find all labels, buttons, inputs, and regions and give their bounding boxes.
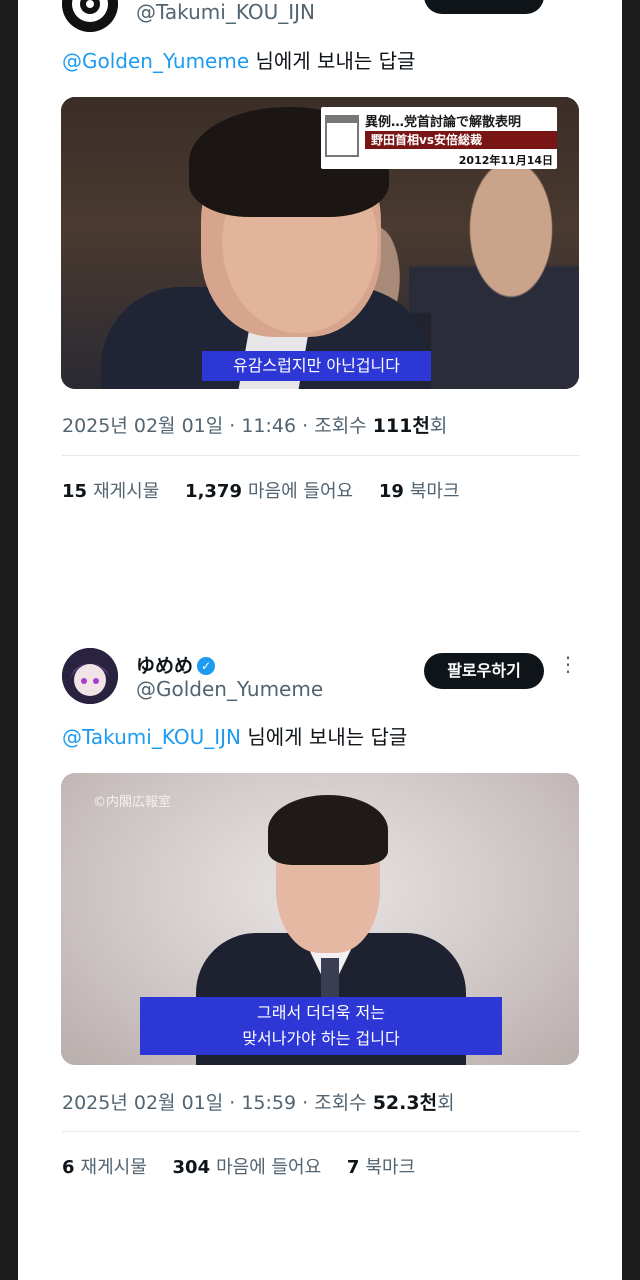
likes-stat[interactable]: 304 마음에 들어요 xyxy=(173,1157,322,1178)
view-count-suffix: 회 xyxy=(429,415,448,437)
engagement-stats: 6 재게시물 304 마음에 들어요 7 북마크 xyxy=(62,1153,435,1179)
avatar[interactable] xyxy=(62,0,118,32)
view-count-suffix: 회 xyxy=(437,1092,455,1114)
video-subtitle: 그래서 더더욱 저는 맞서나가야 하는 겁니다 xyxy=(140,997,502,1055)
reply-mention-link[interactable]: @Takumi_KOU_IJN xyxy=(62,725,241,749)
more-options-icon[interactable]: ⋮ xyxy=(558,654,578,684)
reply-to-line: @Golden_Yumeme 님에게 보내는 답글 xyxy=(62,45,415,74)
background-person xyxy=(409,157,579,389)
author-handle[interactable]: @Takumi_KOU_IJN xyxy=(136,0,315,24)
reply-to-label: 님에게 보내는 답글 xyxy=(249,49,416,73)
retweets-stat[interactable]: 15 재게시물 xyxy=(62,481,159,502)
reply-to-line: @Takumi_KOU_IJN 님에게 보내는 답글 xyxy=(62,721,407,750)
verified-badge-icon: ✓ xyxy=(197,657,216,675)
bookmarks-stat[interactable]: 7 북마크 xyxy=(347,1157,415,1178)
tweet-timestamp-views: 2025년 02월 01일 · 11:46 · 조회수 111천회 xyxy=(62,411,447,438)
follow-button[interactable] xyxy=(424,0,544,14)
subtitle-line1: 그래서 더더욱 저는 xyxy=(257,1003,385,1022)
tweet-timestamp-views: 2025년 02월 01일 · 15:59 · 조회수 52.3천회 xyxy=(62,1088,455,1115)
timestamp[interactable]: 2025년 02월 01일 · 11:46 · 조회수 xyxy=(62,415,373,437)
timeline-page: @Takumi_KOU_IJN @Golden_Yumeme 님에게 보내는 답… xyxy=(18,0,622,1280)
author-display-name[interactable]: ゆめめ ✓ xyxy=(136,651,216,678)
view-count: 111천 xyxy=(372,415,430,437)
engagement-stats: 15 재게시물 1,379 마음에 들어요 19 북마크 xyxy=(62,477,480,503)
avatar[interactable] xyxy=(62,648,118,704)
reply-mention-link[interactable]: @Golden_Yumeme xyxy=(62,49,249,73)
timestamp[interactable]: 2025년 02월 01일 · 15:59 · 조회수 xyxy=(62,1092,373,1114)
headline-line2: 野田首相vs安倍総裁 xyxy=(365,131,557,149)
subtitle-line2: 맞서나가야 하는 겁니다 xyxy=(242,1029,400,1048)
likes-stat[interactable]: 1,379 마음에 들어요 xyxy=(185,481,353,502)
video-thumbnail[interactable]: ©内閣広報室 그래서 더더욱 저는 맞서나가야 하는 겁니다 xyxy=(61,773,579,1065)
news-headline-overlay: 異例…党首討論で解散表明 野田首相vs安倍総裁 2012年11月14日 xyxy=(321,107,557,169)
bookmarks-stat[interactable]: 19 북마크 xyxy=(379,481,460,502)
divider xyxy=(62,455,580,456)
headline-date: 2012年11月14日 xyxy=(458,154,553,167)
parliament-building-icon xyxy=(325,115,359,157)
video-subtitle: 유감스럽지만 아닌겁니다 xyxy=(202,351,431,381)
video-thumbnail[interactable]: 異例…党首討論で解散表明 野田首相vs安倍総裁 2012年11月14日 유감스럽… xyxy=(61,97,579,389)
author-handle[interactable]: @Golden_Yumeme xyxy=(136,677,323,701)
headline-line1: 異例…党首討論で解散表明 xyxy=(365,115,522,130)
follow-button[interactable]: 팔로우하기 xyxy=(424,653,544,689)
divider xyxy=(62,1131,580,1132)
retweets-stat[interactable]: 6 재게시물 xyxy=(62,1157,147,1178)
view-count: 52.3천 xyxy=(372,1092,438,1114)
speaker-hair xyxy=(268,795,388,865)
display-name-text[interactable]: ゆめめ xyxy=(136,655,193,677)
reply-to-label: 님에게 보내는 답글 xyxy=(241,725,408,749)
video-watermark: ©内閣広報室 xyxy=(93,795,172,810)
